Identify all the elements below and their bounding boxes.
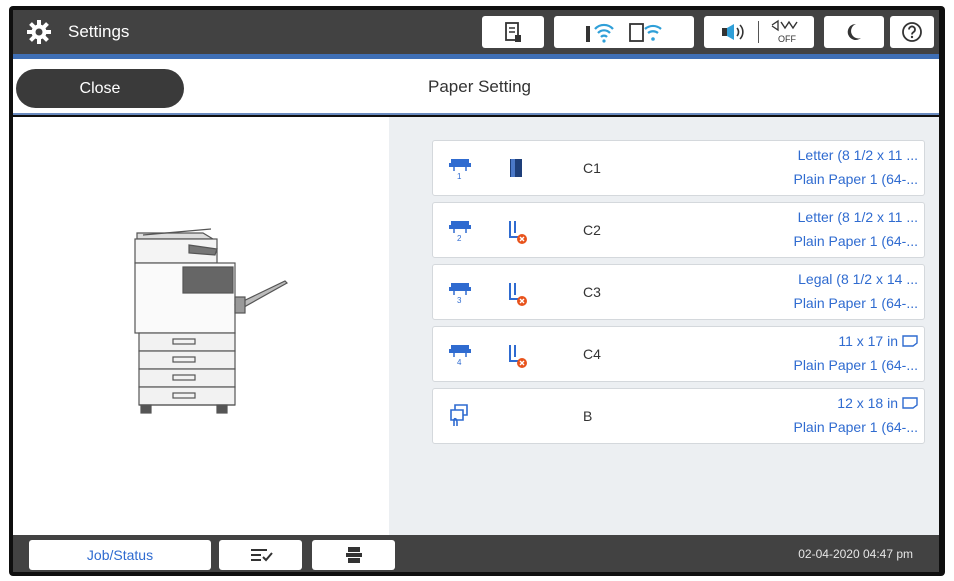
paper-type: Plain Paper 1 (64-... (793, 233, 918, 249)
speaker-icon (721, 24, 744, 40)
sleep-icon (847, 23, 861, 40)
bypass-tray-icon (450, 404, 468, 426)
paper-empty-error-icon (509, 221, 527, 244)
printer-status-button[interactable] (482, 16, 544, 48)
settings-title: Settings (68, 22, 130, 41)
paper-empty-error-icon (509, 345, 527, 368)
paper-size: 12 x 18 in (837, 395, 918, 411)
tray-row-c2[interactable]: 2 C2 Letter (8 1/2 x 11 ... Plain Paper … (432, 202, 925, 258)
quiet-mode-off-icon: OFF (771, 19, 798, 44)
datetime-display: 02-04-2020 04:47 pm (798, 547, 913, 561)
paper-size: 11 x 17 in (838, 333, 918, 349)
sleep-button[interactable] (824, 16, 884, 48)
network-button[interactable] (554, 16, 694, 48)
tray-list: 1 C1 Letter (8 1/2 x 11 ... Plain Paper … (389, 117, 939, 535)
tray-code: C2 (583, 222, 601, 238)
page-title: Paper Setting (428, 77, 532, 96)
gear-icon (27, 20, 51, 44)
paper-loaded-icon (510, 159, 522, 177)
paper-type: Plain Paper 1 (64-... (793, 295, 918, 311)
help-button[interactable] (890, 16, 934, 48)
close-button[interactable]: Close (16, 69, 184, 108)
job-list-icon (250, 549, 273, 562)
paper-size-text: Letter (8 1/2 x 11 ... (797, 147, 918, 163)
paper-type: Plain Paper 1 (64-... (793, 419, 918, 435)
tray-row-c1[interactable]: 1 C1 Letter (8 1/2 x 11 ... Plain Paper … (432, 140, 925, 196)
paper-size-text: Legal (8 1/2 x 14 ... (798, 271, 918, 287)
bottom-bar: Job/Status 02-04-2020 04:47 pm (13, 535, 939, 572)
tray-code: C4 (583, 346, 601, 362)
sound-quiet-button[interactable]: OFF (704, 16, 814, 48)
paper-cassette-icon: 2 (449, 221, 471, 243)
paper-cassette-icon: 3 (449, 283, 471, 305)
printer-illustration (134, 228, 288, 414)
tray-code: B (583, 408, 593, 424)
printer-illustration-panel (13, 117, 389, 535)
top-bar: Settings OFF (13, 10, 939, 54)
job-status-button[interactable]: Job/Status (29, 540, 211, 570)
paper-size: Letter (8 1/2 x 11 ... (798, 147, 918, 163)
tray-row-c4[interactable]: 4 C4 11 x 17 in Plain Paper 1 (64-... (432, 326, 925, 382)
cassette-number: 3 (457, 296, 462, 305)
title-row: Close Paper Setting (13, 59, 939, 115)
printer-status-bottom-button[interactable] (312, 540, 395, 570)
quiet-mode-label: OFF (778, 34, 796, 44)
paper-empty-error-icon (509, 283, 527, 306)
cassette-number: 1 (457, 172, 462, 181)
printer-status-icon (505, 22, 521, 42)
help-icon (902, 22, 922, 42)
wifi-icon (586, 23, 614, 43)
paper-cassette-icon: 4 (449, 345, 471, 367)
cassette-number: 4 (457, 358, 462, 367)
divider (757, 21, 759, 43)
wifi-direct-icon (629, 23, 662, 42)
tray-code: C1 (583, 160, 601, 176)
job-stop-button[interactable] (219, 540, 302, 570)
tray-code: C3 (583, 284, 601, 300)
printer-icon (345, 547, 362, 563)
paper-size-text: Letter (8 1/2 x 11 ... (797, 209, 918, 225)
paper-cassette-icon: 1 (449, 159, 471, 181)
tray-row-c3[interactable]: 3 C3 Legal (8 1/2 x 14 ... Plain Paper 1… (432, 264, 925, 320)
landscape-orientation-icon (902, 397, 918, 409)
paper-size-text: 12 x 18 in (837, 395, 898, 411)
paper-size: Legal (8 1/2 x 14 ... (798, 271, 918, 287)
paper-size-text: 11 x 17 in (838, 333, 898, 349)
tray-row-b[interactable]: B 12 x 18 in Plain Paper 1 (64-... (432, 388, 925, 444)
cassette-number: 2 (457, 234, 462, 243)
paper-size: Letter (8 1/2 x 11 ... (798, 209, 918, 225)
paper-type: Plain Paper 1 (64-... (793, 171, 918, 187)
landscape-orientation-icon (902, 335, 918, 347)
paper-type: Plain Paper 1 (64-... (793, 357, 918, 373)
